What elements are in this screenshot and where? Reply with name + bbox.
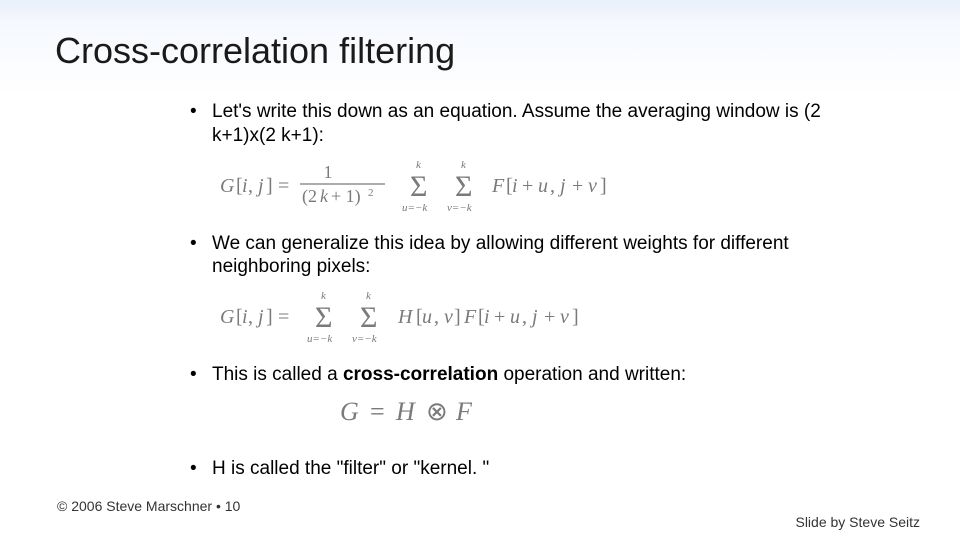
svg-text:F: F [455,397,473,426]
bullet-marker: • [190,100,212,148]
svg-text:u=−k: u=−k [402,202,428,214]
svg-text:F: F [463,306,477,328]
bullet-2: • We can generalize this idea by allowin… [190,232,870,280]
svg-text:F: F [491,175,505,197]
svg-text:H: H [397,306,414,328]
svg-text:]: ] [266,306,273,328]
svg-text:]: ] [572,306,579,328]
bullet-1: • Let's write this down as an equation. … [190,100,870,148]
svg-text:u: u [538,175,548,197]
bullet-text: We can generalize this idea by allowing … [212,232,870,280]
bullet-text: H is called the "filter" or "kernel. " [212,457,870,481]
text-fragment: operation and written: [498,364,686,385]
svg-text:v: v [588,175,597,197]
bullet-text: This is called a cross-correlation opera… [212,363,870,387]
svg-text:+: + [572,175,583,197]
bullet-4: • H is called the "filter" or "kernel. " [190,457,870,481]
bullet-marker: • [190,232,212,280]
formula-2: G [ i , j ] = Σ u=−k k Σ v=−k k H [ u , [220,287,870,345]
bullet-3: • This is called a cross-correlation ope… [190,363,870,387]
slide-body: • Let's write this down as an equation. … [190,100,870,487]
svg-text:k: k [320,186,329,206]
svg-text:v=−k: v=−k [352,333,378,345]
svg-text:v=−k: v=−k [447,202,473,214]
svg-text:H: H [395,397,416,426]
formula-3: G = H ⊗ F [340,395,870,429]
svg-text:]: ] [600,175,607,197]
bullet-marker: • [190,363,212,387]
svg-text:,: , [550,175,555,197]
slide-title: Cross-correlation filtering [55,30,455,72]
svg-text:v: v [560,306,569,328]
formula-1: G [ i , j ] = 1 (2 k + 1) 2 Σ u=−k k Σ [220,156,870,214]
text-bold: cross-correlation [343,364,498,385]
svg-text:u: u [510,306,520,328]
svg-text:,: , [522,306,527,328]
svg-text:=: = [370,397,385,426]
svg-text:,: , [248,306,253,328]
svg-text:j: j [255,306,264,328]
svg-text:i: i [512,175,518,197]
slide: Cross-correlation filtering • Let's writ… [0,0,960,540]
svg-text:,: , [434,306,439,328]
svg-text:Σ: Σ [455,170,472,203]
svg-text:Σ: Σ [360,301,377,334]
svg-text:j: j [529,306,538,328]
svg-text:G: G [220,306,235,328]
svg-text:]: ] [454,306,461,328]
text-fragment: This is called a [212,364,343,385]
svg-text:]: ] [266,175,273,197]
svg-text:=: = [278,175,289,197]
svg-text:Σ: Σ [410,170,427,203]
svg-text:v: v [444,306,453,328]
bullet-marker: • [190,457,212,481]
svg-text:+: + [494,306,505,328]
svg-text:j: j [255,175,264,197]
svg-text:u=−k: u=−k [307,333,333,345]
svg-text:+ 1): + 1) [331,186,361,207]
svg-text:2: 2 [368,187,374,199]
svg-text:j: j [557,175,566,197]
svg-text:⊗: ⊗ [426,397,448,426]
svg-text:G: G [340,397,359,426]
svg-text:Σ: Σ [315,301,332,334]
svg-text:i: i [484,306,490,328]
svg-text:+: + [522,175,533,197]
svg-text:1: 1 [324,162,333,182]
svg-text:=: = [278,306,289,328]
bullet-text: Let's write this down as an equation. As… [212,100,870,148]
svg-text:,: , [248,175,253,197]
svg-text:i: i [242,175,248,197]
svg-text:+: + [544,306,555,328]
footer-credit: Slide by Steve Seitz [795,514,920,530]
svg-text:i: i [242,306,248,328]
svg-text:G: G [220,175,235,197]
footer-copyright: © 2006 Steve Marschner • 10 [57,498,240,514]
svg-text:u: u [422,306,432,328]
svg-text:(2: (2 [302,186,317,207]
